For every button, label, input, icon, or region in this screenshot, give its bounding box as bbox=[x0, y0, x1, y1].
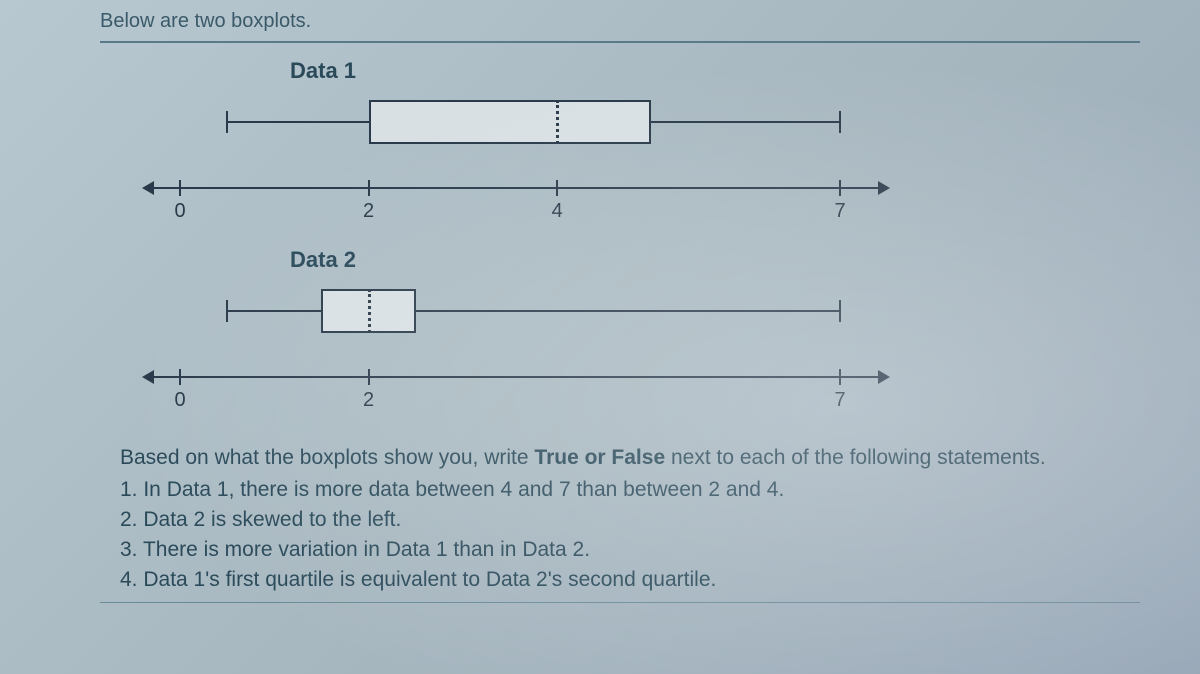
tick bbox=[556, 180, 558, 196]
axis-line bbox=[150, 376, 880, 378]
tick-label: 7 bbox=[834, 389, 845, 412]
separator bbox=[100, 41, 1140, 43]
whisker-cap-min bbox=[226, 300, 228, 322]
whisker-right bbox=[651, 121, 840, 123]
tick bbox=[368, 180, 370, 196]
median-line bbox=[556, 100, 559, 144]
iqr-box bbox=[369, 100, 652, 144]
tick-label: 2 bbox=[363, 389, 374, 412]
axis-arrow-left-icon bbox=[142, 370, 154, 384]
whisker-left bbox=[227, 310, 321, 312]
axis-arrow-right-icon bbox=[878, 370, 890, 384]
whisker-cap-max bbox=[839, 111, 841, 133]
question-1: 1. In Data 1, there is more data between… bbox=[120, 478, 1120, 502]
axis-arrow-right-icon bbox=[878, 181, 890, 195]
whisker-cap-min bbox=[226, 111, 228, 133]
tick-label: 4 bbox=[552, 200, 563, 223]
tick bbox=[839, 369, 841, 385]
prompt-bold: True or False bbox=[534, 446, 665, 469]
tick bbox=[179, 180, 181, 196]
bottom-border bbox=[100, 602, 1140, 603]
question-2: 2. Data 2 is skewed to the left. bbox=[120, 508, 1120, 532]
question-3: 3. There is more variation in Data 1 tha… bbox=[120, 538, 1120, 562]
question-4: 4. Data 1's first quartile is equivalent… bbox=[120, 568, 1120, 592]
tick-label: 2 bbox=[363, 200, 374, 223]
boxplot2 bbox=[180, 281, 880, 341]
axis2: 027 bbox=[180, 361, 880, 411]
axis-line bbox=[150, 187, 880, 189]
boxplot1 bbox=[180, 92, 880, 152]
boxplot2-label: Data 2 bbox=[290, 247, 980, 273]
whisker-right bbox=[416, 310, 840, 312]
boxplot1-label: Data 1 bbox=[290, 58, 980, 84]
chart-area: Data 1 0 2 4 7 Data 2 0 2 7 bbox=[100, 53, 980, 421]
tick-label: 0 bbox=[174, 200, 185, 223]
tick bbox=[368, 369, 370, 385]
prompt-pre: Based on what the boxplots show you, wri… bbox=[120, 446, 534, 469]
prompt-post: next to each of the following statements… bbox=[665, 446, 1046, 469]
question-prompt: Based on what the boxplots show you, wri… bbox=[120, 446, 1120, 470]
whisker-left bbox=[227, 121, 368, 123]
tick bbox=[839, 180, 841, 196]
tick bbox=[179, 369, 181, 385]
median-line bbox=[368, 289, 371, 333]
tick-label: 0 bbox=[174, 389, 185, 412]
question-area: Based on what the boxplots show you, wri… bbox=[100, 446, 1140, 592]
axis-arrow-left-icon bbox=[142, 181, 154, 195]
instruction-text: Below are two boxplots. bbox=[100, 10, 1140, 33]
whisker-cap-max bbox=[839, 300, 841, 322]
axis1: 0247 bbox=[180, 172, 880, 222]
tick-label: 7 bbox=[834, 200, 845, 223]
